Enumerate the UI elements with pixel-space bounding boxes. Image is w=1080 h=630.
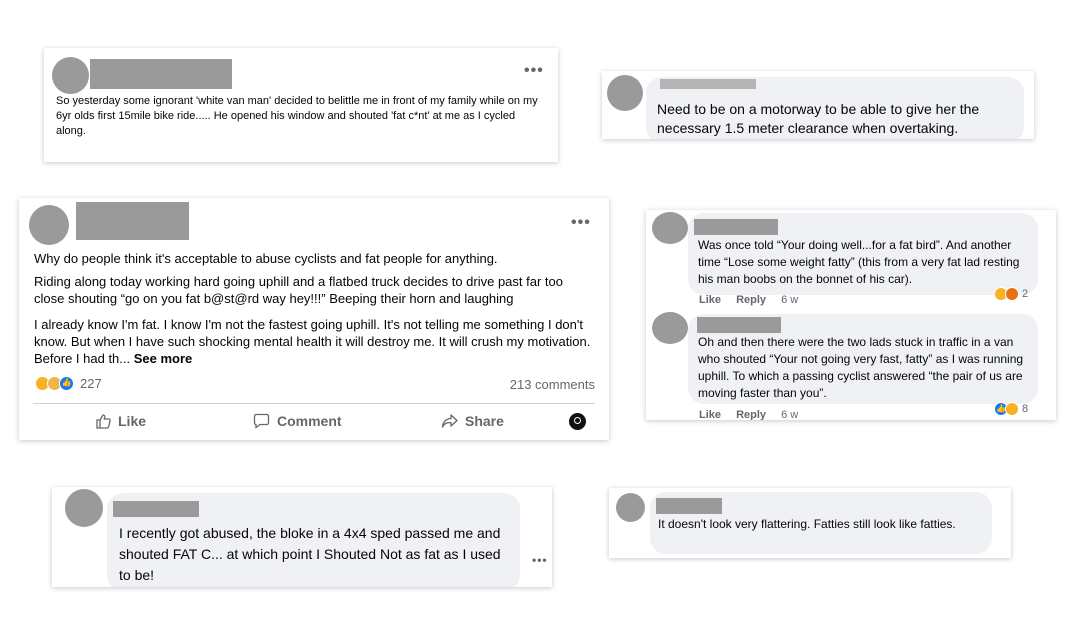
share-icon — [441, 414, 458, 428]
comment-text-2: Oh and then there were the two lads stuc… — [698, 335, 1024, 400]
avatar[interactable] — [652, 312, 688, 344]
avatar[interactable] — [607, 75, 643, 111]
post-paragraph-1: Why do people think it's acceptable to a… — [34, 251, 498, 266]
share-label: Share — [465, 413, 504, 429]
post-paragraph-2: Riding along today working hard going up… — [34, 274, 563, 306]
comment-card-4x4: I recently got abused, the bloke in a 4x… — [52, 487, 552, 587]
comment-bubble: Need to be on a motorway to be able to g… — [646, 77, 1024, 139]
redacted-name — [660, 79, 756, 89]
share-button[interactable]: Share — [441, 413, 504, 429]
more-options-button[interactable]: ••• — [532, 553, 548, 567]
avatar[interactable] — [652, 212, 688, 244]
redacted-name — [113, 501, 199, 517]
comment-age: 6 w — [781, 409, 799, 420]
profile-switch-inner — [574, 417, 581, 424]
angry-reaction-icon — [1005, 287, 1019, 301]
post-paragraph-3: I already know I'm fat. I know I'm not t… — [34, 316, 594, 367]
post-paragraph-3-text: I already know I'm fat. I know I'm not t… — [34, 317, 591, 366]
post-card-white-van: ••• So yesterday some ignorant 'white va… — [44, 48, 558, 162]
like-label: Like — [118, 413, 147, 429]
redacted-name — [697, 317, 781, 333]
avatar[interactable] — [65, 489, 103, 527]
divider — [33, 403, 595, 404]
comment-reactions-2[interactable]: 👍 8 — [994, 402, 1028, 416]
comments-count[interactable]: 213 comments — [510, 377, 595, 392]
reaction-count: 227 — [80, 376, 102, 391]
like-icon — [96, 414, 111, 429]
comment-bubble-1: Was once told “Your doing well...for a f… — [688, 213, 1038, 295]
redacted-name — [76, 202, 189, 240]
comment-reply-link[interactable]: Reply — [736, 409, 766, 420]
comment-thread-card: Was once told “Your doing well...for a f… — [646, 210, 1056, 420]
more-options-button[interactable]: ••• — [524, 62, 544, 80]
redacted-name — [694, 219, 778, 235]
comment-reaction-count-2: 8 — [1022, 403, 1029, 415]
comment-text: I recently got abused, the bloke in a 4x… — [119, 525, 501, 583]
profile-switch-icon[interactable] — [569, 413, 586, 430]
comment-text: Need to be on a motorway to be able to g… — [657, 101, 980, 136]
like-reaction-icon: 👍 — [59, 376, 74, 391]
comment-bubble: It doesn't look very flattering. Fatties… — [650, 492, 992, 554]
like-button[interactable]: Like — [95, 413, 146, 429]
reaction-summary[interactable]: 👍 227 — [35, 376, 102, 391]
redacted-name — [90, 59, 232, 89]
comment-card-motorway: Need to be on a motorway to be able to g… — [602, 71, 1034, 139]
redacted-name — [656, 498, 722, 514]
comment-actions-1: Like Reply 6 w — [699, 294, 810, 306]
post-card-main: ••• Why do people think it's acceptable … — [19, 198, 609, 440]
comment-icon — [253, 413, 270, 429]
comment-like-link[interactable]: Like — [699, 409, 721, 420]
comment-bubble-2: Oh and then there were the two lads stuc… — [688, 314, 1038, 404]
comment-text: It doesn't look very flattering. Fatties… — [658, 517, 956, 531]
comment-button[interactable]: Comment — [253, 413, 342, 429]
more-options-button[interactable]: ••• — [571, 214, 591, 232]
comment-reply-link[interactable]: Reply — [736, 294, 766, 306]
comment-actions-2: Like Reply 6 w — [699, 409, 810, 420]
avatar[interactable] — [52, 57, 89, 94]
comment-reaction-count-1: 2 — [1022, 288, 1029, 300]
comment-bubble: I recently got abused, the bloke in a 4x… — [107, 493, 520, 587]
avatar[interactable] — [616, 493, 645, 522]
comment-label: Comment — [277, 413, 342, 429]
see-more-link[interactable]: See more — [134, 351, 193, 366]
comment-text-1: Was once told “Your doing well...for a f… — [698, 238, 1020, 286]
comment-card-flattering: It doesn't look very flattering. Fatties… — [609, 488, 1011, 558]
haha-reaction-icon — [1005, 402, 1019, 416]
comment-like-link[interactable]: Like — [699, 294, 721, 306]
avatar[interactable] — [29, 205, 69, 245]
post-text: So yesterday some ignorant 'white van ma… — [56, 95, 538, 137]
comment-reactions-1[interactable]: 2 — [994, 287, 1028, 301]
comment-age: 6 w — [781, 294, 799, 306]
